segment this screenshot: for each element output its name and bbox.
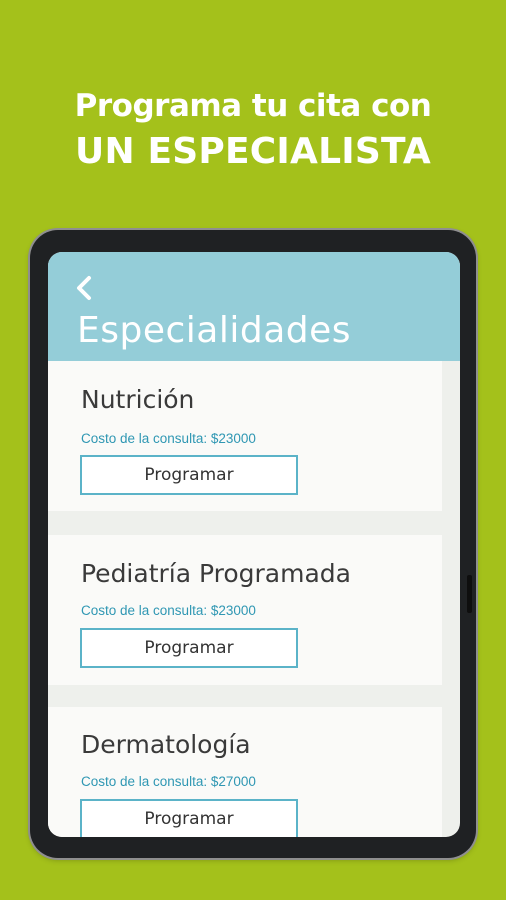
page-title: Especialidades xyxy=(77,310,352,351)
consultation-cost: Costo de la consulta: $23000 xyxy=(81,603,256,618)
specialty-name: Dermatología xyxy=(81,730,251,759)
specialty-card: Nutrición Costo de la consulta: $23000 P… xyxy=(48,361,442,511)
app-bar: Especialidades xyxy=(48,252,460,361)
consultation-cost: Costo de la consulta: $27000 xyxy=(81,774,256,789)
specialty-name: Nutrición xyxy=(81,385,195,414)
promo-headline: Programa tu cita con UN ESPECIALISTA xyxy=(0,84,506,176)
app-screen: Especialidades Nutrición Costo de la con… xyxy=(48,252,460,837)
schedule-button[interactable]: Programar xyxy=(80,628,298,668)
schedule-button[interactable]: Programar xyxy=(80,799,298,837)
promo-line-2: UN ESPECIALISTA xyxy=(75,131,431,172)
specialty-name: Pediatría Programada xyxy=(81,559,351,588)
specialty-card: Pediatría Programada Costo de la consult… xyxy=(48,535,442,685)
promo-line-1: Programa tu cita con xyxy=(74,88,432,124)
chevron-left-icon[interactable] xyxy=(73,274,97,302)
schedule-button[interactable]: Programar xyxy=(80,455,298,495)
specialty-card: Dermatología Costo de la consulta: $2700… xyxy=(48,707,442,837)
tablet-side-button xyxy=(467,575,472,613)
consultation-cost: Costo de la consulta: $23000 xyxy=(81,431,256,446)
